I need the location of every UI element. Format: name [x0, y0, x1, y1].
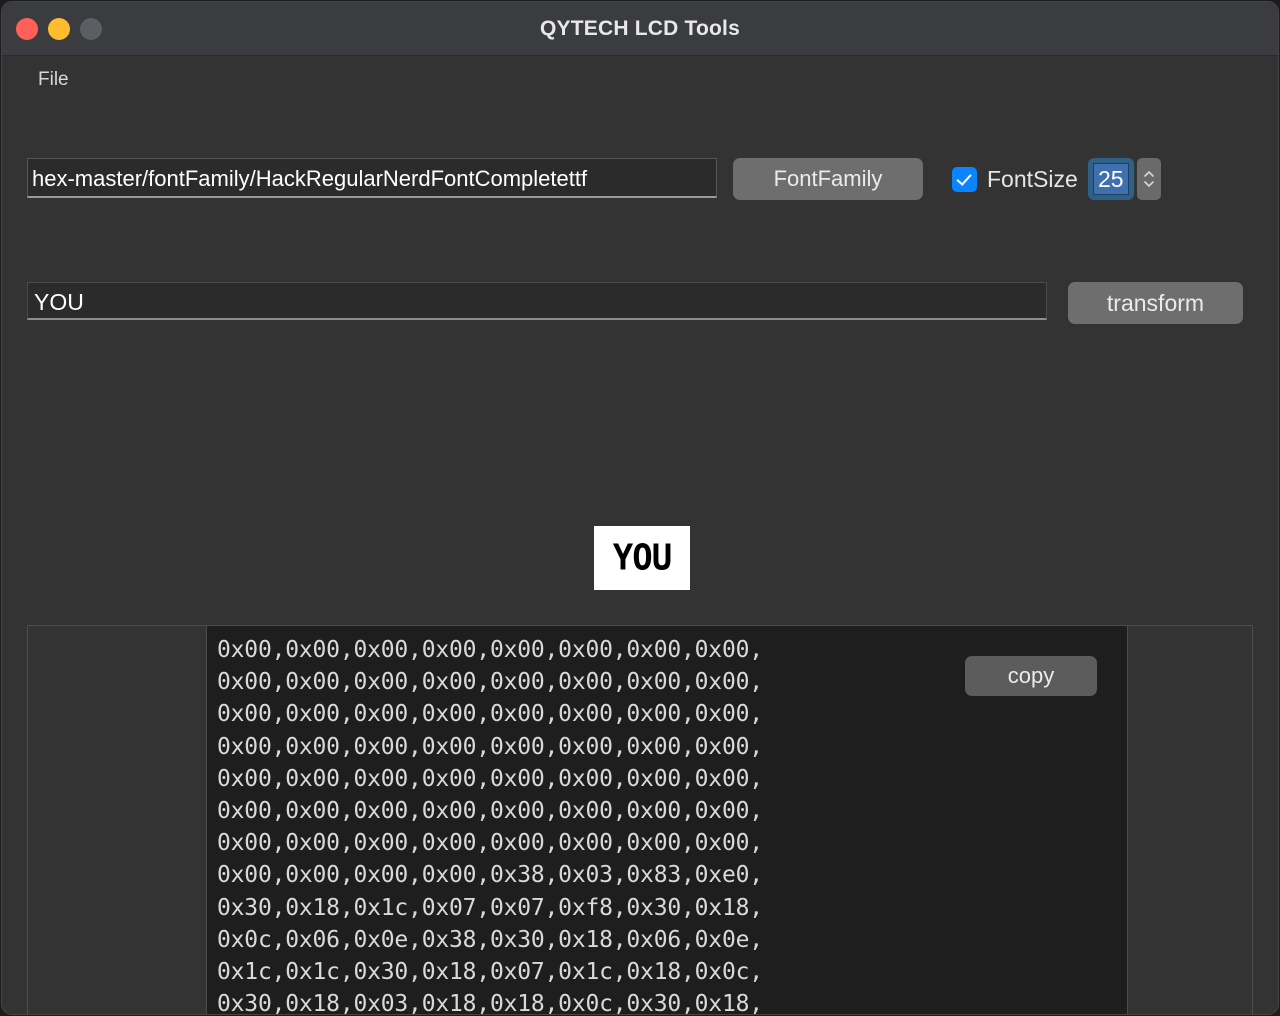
fontsize-label: FontSize: [987, 165, 1078, 192]
bitmap-preview-text: YOU: [612, 537, 672, 579]
window-title: QYTECH LCD Tools: [540, 16, 740, 40]
minimize-window-button[interactable]: [48, 17, 70, 40]
main-content: hex-master/fontFamily/HackRegularNerdFon…: [2, 104, 1278, 1014]
fontsize-stepper[interactable]: [1136, 158, 1161, 200]
chevron-down-icon[interactable]: [1143, 181, 1154, 187]
close-window-button[interactable]: [16, 17, 38, 40]
bitmap-preview: YOU: [594, 526, 690, 590]
fontfamily-button[interactable]: FontFamily: [733, 158, 923, 200]
hex-output-panel: 0x00,0x00,0x00,0x00,0x00,0x00,0x00,0x00,…: [27, 625, 1253, 1014]
app-window: QYTECH LCD Tools File hex-master/fontFam…: [2, 2, 1278, 1014]
font-path-input[interactable]: hex-master/fontFamily/HackRegularNerdFon…: [27, 158, 717, 198]
fontsize-input-value[interactable]: 25: [1092, 163, 1129, 195]
traffic-light-group: [16, 2, 102, 55]
fontsize-checkbox[interactable]: [952, 166, 977, 192]
copy-button[interactable]: copy: [965, 656, 1097, 696]
title-bar: QYTECH LCD Tools: [2, 2, 1278, 56]
font-settings-row: hex-master/fontFamily/HackRegularNerdFon…: [2, 158, 1278, 204]
fontsize-control-group: FontSize 25: [952, 158, 1161, 200]
output-right-gutter: [1127, 626, 1252, 1014]
fontsize-spinbox[interactable]: 25: [1087, 158, 1134, 200]
output-left-gutter: [28, 626, 207, 1014]
font-path-value: hex-master/fontFamily/HackRegularNerdFon…: [32, 166, 588, 191]
chevron-up-icon[interactable]: [1143, 171, 1154, 177]
source-text-input[interactable]: YOU: [27, 282, 1047, 320]
maximize-window-button[interactable]: [80, 17, 102, 40]
hex-output-area[interactable]: 0x00,0x00,0x00,0x00,0x00,0x00,0x00,0x00,…: [207, 626, 1127, 1014]
menu-bar: File: [2, 56, 1278, 104]
menu-item-file[interactable]: File: [32, 67, 75, 93]
transform-button[interactable]: transform: [1068, 282, 1243, 324]
text-entry-row: YOU transform: [2, 282, 1278, 326]
